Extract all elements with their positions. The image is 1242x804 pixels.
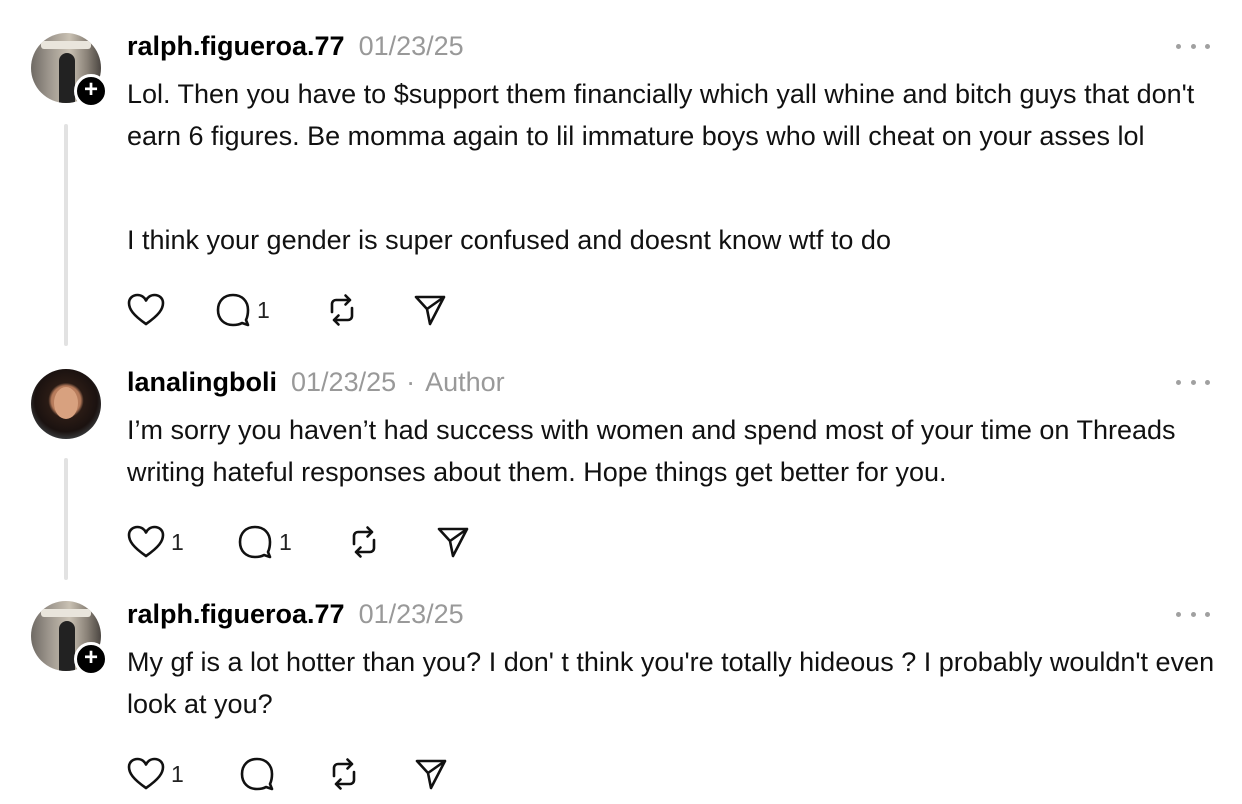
reply-button[interactable]: 1 <box>237 524 292 560</box>
post-header: ralph.figueroa.77 01/23/25 <box>127 30 464 62</box>
avatar-photo-figure <box>59 53 75 103</box>
heart-icon <box>127 757 165 790</box>
reply-count: 1 <box>279 528 292 555</box>
like-button[interactable]: 1 <box>127 524 184 560</box>
reply-count: 1 <box>257 296 270 323</box>
like-button[interactable]: 1 <box>127 756 184 792</box>
follow-plus-icon[interactable]: + <box>74 642 108 676</box>
comment-bubble-icon <box>240 757 274 791</box>
username[interactable]: lanalingboli <box>127 367 277 398</box>
comment-bubble-icon <box>216 293 250 327</box>
post-date: 01/23/25 <box>358 30 464 61</box>
post-header: ralph.figueroa.77 01/23/25 <box>127 598 464 630</box>
author-badge: Author <box>425 366 505 397</box>
repost-icon <box>330 294 354 326</box>
follow-plus-icon[interactable]: + <box>74 74 108 108</box>
heart-icon <box>127 293 165 326</box>
post-text: Lol. Then you have to $support them fina… <box>127 79 1195 151</box>
avatar-photo-detail <box>41 41 91 49</box>
username[interactable]: ralph.figueroa.77 <box>127 31 345 62</box>
send-icon <box>437 527 469 558</box>
post-date: 01/23/25 <box>291 366 397 397</box>
separator-dot: · <box>406 366 416 397</box>
repost-button[interactable] <box>324 292 360 328</box>
heart-icon <box>127 525 165 558</box>
thread-line <box>64 458 68 580</box>
like-button[interactable] <box>127 292 171 328</box>
avatar[interactable] <box>31 369 101 439</box>
post-header: lanalingboli 01/23/25 · Author <box>127 366 505 398</box>
comment-bubble-icon <box>238 525 272 559</box>
avatar-photo-face <box>54 387 78 419</box>
more-options-icon[interactable] <box>1176 40 1210 52</box>
username[interactable]: ralph.figueroa.77 <box>127 599 345 630</box>
repost-icon <box>332 758 356 790</box>
send-icon <box>414 295 446 326</box>
like-count: 1 <box>171 528 184 555</box>
post-date: 01/23/25 <box>358 598 464 629</box>
reply-button[interactable] <box>239 756 281 792</box>
post-text: My gf is a lot hotter than you? I don' t… <box>127 647 1215 719</box>
post-text: I think your gender is super confused an… <box>127 225 891 255</box>
share-button[interactable] <box>414 756 448 792</box>
more-options-icon[interactable] <box>1176 376 1210 388</box>
avatar-photo-figure <box>59 621 75 671</box>
reply-button[interactable]: 1 <box>215 292 270 328</box>
more-options-icon[interactable] <box>1176 608 1210 620</box>
post-text: I’m sorry you haven’t had success with w… <box>127 415 1176 487</box>
repost-icon <box>352 526 376 558</box>
like-count: 1 <box>171 760 184 787</box>
thread-line <box>64 124 68 346</box>
avatar-photo-detail <box>41 609 91 617</box>
share-button[interactable] <box>436 524 470 560</box>
send-icon <box>415 759 447 790</box>
repost-button[interactable] <box>326 756 362 792</box>
share-button[interactable] <box>413 292 447 328</box>
repost-button[interactable] <box>346 524 382 560</box>
